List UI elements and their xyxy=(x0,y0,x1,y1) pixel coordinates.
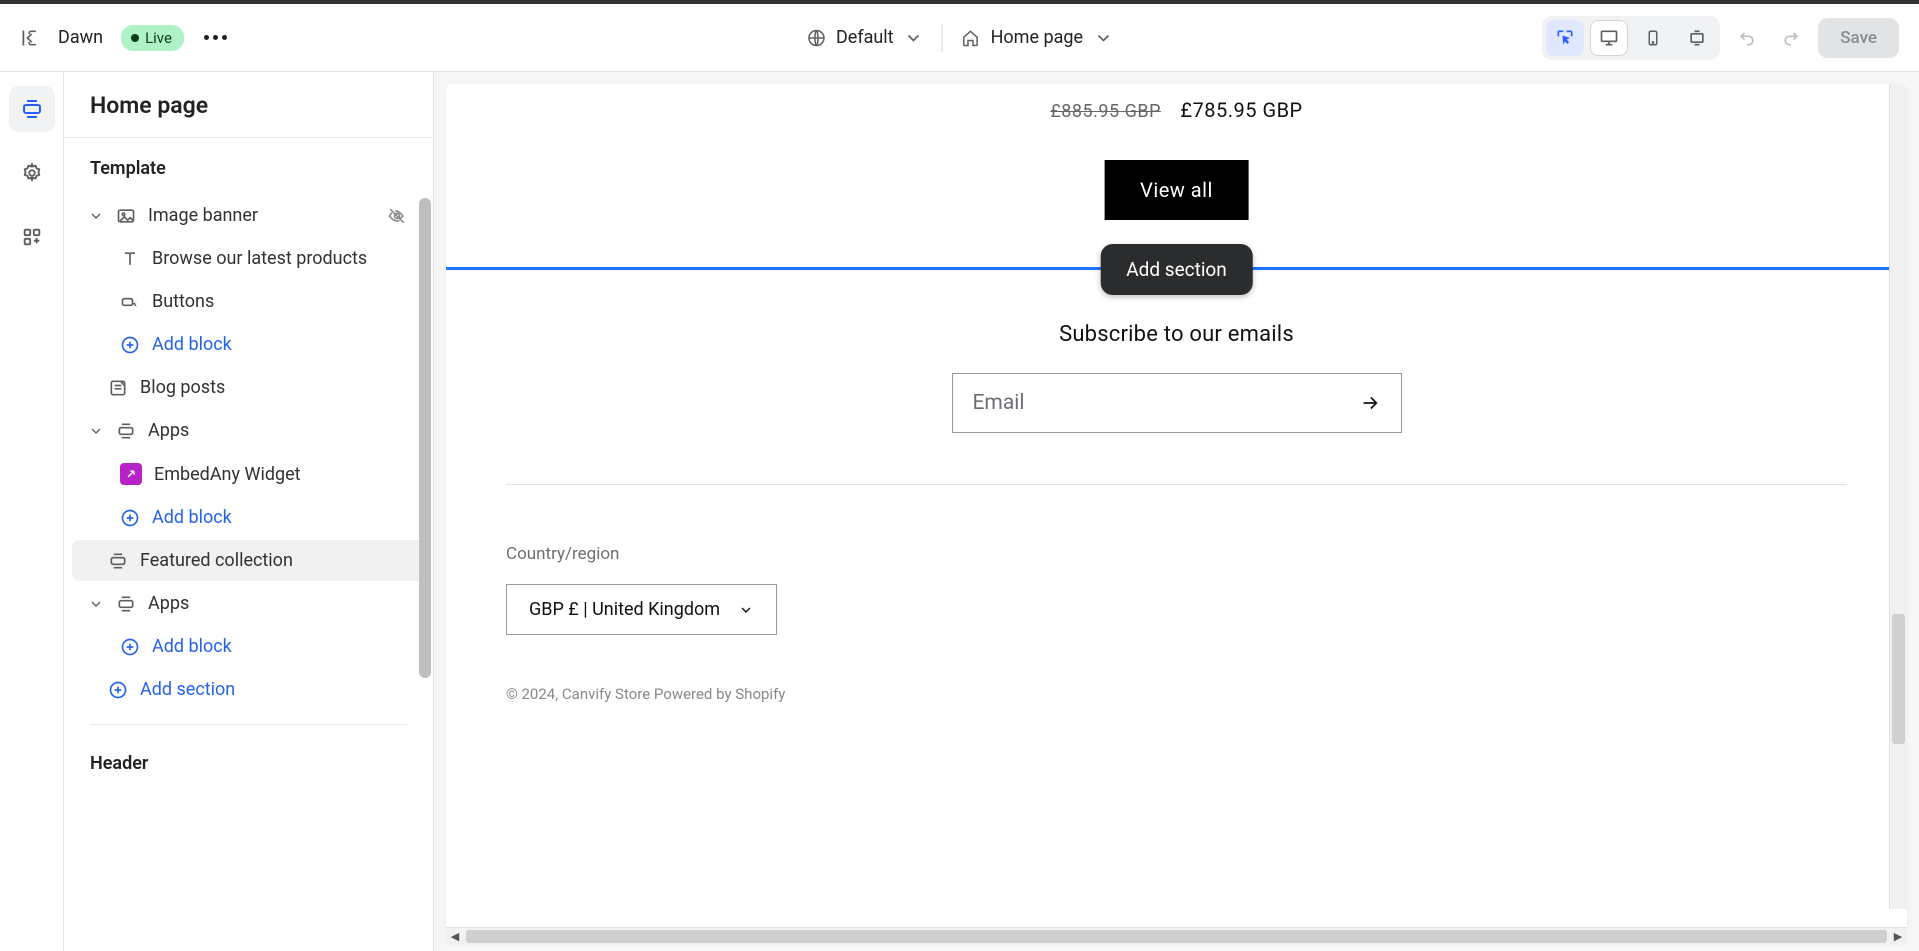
country-region-label: Country/region xyxy=(506,544,1847,564)
mobile-view-button[interactable] xyxy=(1634,20,1672,56)
section-sidebar: Home page Template Image banner Browse o… xyxy=(64,72,434,951)
home-icon xyxy=(961,28,981,48)
more-icon xyxy=(204,35,227,40)
blog-icon xyxy=(108,378,128,398)
add-block-button[interactable]: Add block xyxy=(72,324,425,365)
section-apps-2[interactable]: Apps xyxy=(72,583,425,624)
footer-divider xyxy=(506,484,1847,485)
mobile-icon xyxy=(1644,28,1662,48)
block-buttons[interactable]: Buttons xyxy=(72,281,425,322)
scrollbar-thumb[interactable] xyxy=(466,930,1887,943)
button-icon xyxy=(120,292,140,312)
sidebar-title: Home page xyxy=(64,72,433,138)
header-group-title: Header xyxy=(64,739,433,788)
more-actions-button[interactable] xyxy=(202,24,230,52)
text-icon xyxy=(120,249,140,269)
locale-selector[interactable]: Default xyxy=(806,27,924,48)
undo-icon xyxy=(1737,28,1757,48)
fullscreen-view-button[interactable] xyxy=(1678,20,1716,56)
block-embedany[interactable]: EmbedAny Widget xyxy=(72,453,425,495)
cursor-box-icon xyxy=(1555,28,1575,48)
live-badge: Live xyxy=(121,25,184,51)
desktop-view-button[interactable] xyxy=(1590,20,1628,56)
chevron-down-icon xyxy=(88,208,104,224)
topbar-center: Default Home page xyxy=(806,24,1113,52)
theme-name: Dawn xyxy=(58,27,103,48)
section-apps[interactable]: Apps xyxy=(72,410,425,451)
sections-icon xyxy=(20,97,44,121)
preview-horizontal-scrollbar[interactable]: ◀ ▶ xyxy=(446,927,1907,945)
preview-area: £885.95 GBP £785.95 GBP View all Add sec… xyxy=(434,72,1919,951)
plus-circle-icon xyxy=(108,680,128,700)
preview-canvas[interactable]: £885.95 GBP £785.95 GBP View all Add sec… xyxy=(446,84,1907,927)
sections-tab-button[interactable] xyxy=(9,86,55,132)
live-dot-icon xyxy=(131,34,139,42)
section-featured-collection[interactable]: Featured collection xyxy=(72,540,425,581)
subscribe-heading: Subscribe to our emails xyxy=(446,322,1907,347)
section-icon xyxy=(108,551,128,571)
old-price: £885.95 GBP xyxy=(1050,101,1161,122)
email-input-wrap[interactable]: Email xyxy=(952,373,1402,433)
section-icon xyxy=(116,594,136,614)
redo-button[interactable] xyxy=(1774,21,1808,55)
topbar-left: Dawn Live xyxy=(20,24,230,52)
preview-vertical-scrollbar[interactable] xyxy=(1889,84,1907,909)
settings-tab-button[interactable] xyxy=(9,150,55,196)
undo-button[interactable] xyxy=(1730,21,1764,55)
add-block-button[interactable]: Add block xyxy=(72,497,425,538)
apps-tab-button[interactable] xyxy=(9,214,55,260)
scroll-left-icon[interactable]: ◀ xyxy=(446,928,464,945)
new-price: £785.95 GBP xyxy=(1180,98,1302,122)
divider xyxy=(90,724,407,725)
country-region-select[interactable]: GBP £ | United Kingdom xyxy=(506,584,777,635)
eye-off-icon[interactable] xyxy=(387,206,407,226)
block-browse-latest[interactable]: Browse our latest products xyxy=(72,238,425,279)
footer-block: Country/region GBP £ | United Kingdom © … xyxy=(446,544,1907,703)
subscribe-block: Subscribe to our emails Email xyxy=(446,322,1907,433)
apps-icon xyxy=(21,226,43,248)
topbar-right: Save xyxy=(1542,16,1899,60)
section-blog-posts[interactable]: Blog posts xyxy=(72,367,425,408)
scrollbar-thumb[interactable] xyxy=(1892,614,1905,744)
sidebar-scroll[interactable]: Template Image banner Browse our latest … xyxy=(64,138,433,951)
left-rail xyxy=(0,72,64,951)
add-section-tooltip[interactable]: Add section xyxy=(1100,244,1253,295)
view-all-button[interactable]: View all xyxy=(1104,160,1249,220)
template-group-title: Template xyxy=(64,138,433,193)
gear-icon xyxy=(21,162,43,184)
inspector-mode-button[interactable] xyxy=(1546,20,1584,56)
redo-icon xyxy=(1781,28,1801,48)
submit-arrow-icon[interactable] xyxy=(1359,392,1381,414)
exit-button[interactable] xyxy=(20,28,40,48)
product-price: £885.95 GBP £785.95 GBP xyxy=(446,98,1907,122)
editor-body: Home page Template Image banner Browse o… xyxy=(0,72,1919,951)
section-image-banner[interactable]: Image banner xyxy=(72,195,425,236)
plus-circle-icon xyxy=(120,335,140,355)
globe-icon xyxy=(806,28,826,48)
editor-topbar: Dawn Live Default Home page xyxy=(0,4,1919,72)
chevron-down-icon xyxy=(738,602,754,618)
add-section-button[interactable]: Add section xyxy=(72,669,425,710)
copyright-text: © 2024, Canvify Store Powered by Shopify xyxy=(506,685,1847,703)
save-button[interactable]: Save xyxy=(1818,18,1899,58)
email-placeholder: Email xyxy=(973,391,1359,415)
preview-frame: £885.95 GBP £785.95 GBP View all Add sec… xyxy=(446,84,1907,927)
device-toggle-group xyxy=(1542,16,1720,60)
expand-icon xyxy=(1687,28,1707,48)
image-icon xyxy=(116,206,136,226)
chevron-down-icon xyxy=(904,28,924,48)
section-icon xyxy=(116,421,136,441)
app-icon xyxy=(120,463,142,485)
chevron-down-icon xyxy=(1093,28,1113,48)
sidebar-scrollbar[interactable] xyxy=(419,198,431,678)
scroll-right-icon[interactable]: ▶ xyxy=(1889,928,1907,945)
plus-circle-icon xyxy=(120,637,140,657)
chevron-down-icon xyxy=(88,596,104,612)
desktop-icon xyxy=(1599,28,1619,48)
add-block-button[interactable]: Add block xyxy=(72,626,425,667)
plus-circle-icon xyxy=(120,508,140,528)
page-selector[interactable]: Home page xyxy=(961,27,1113,48)
chevron-down-icon xyxy=(88,423,104,439)
separator xyxy=(942,24,943,52)
